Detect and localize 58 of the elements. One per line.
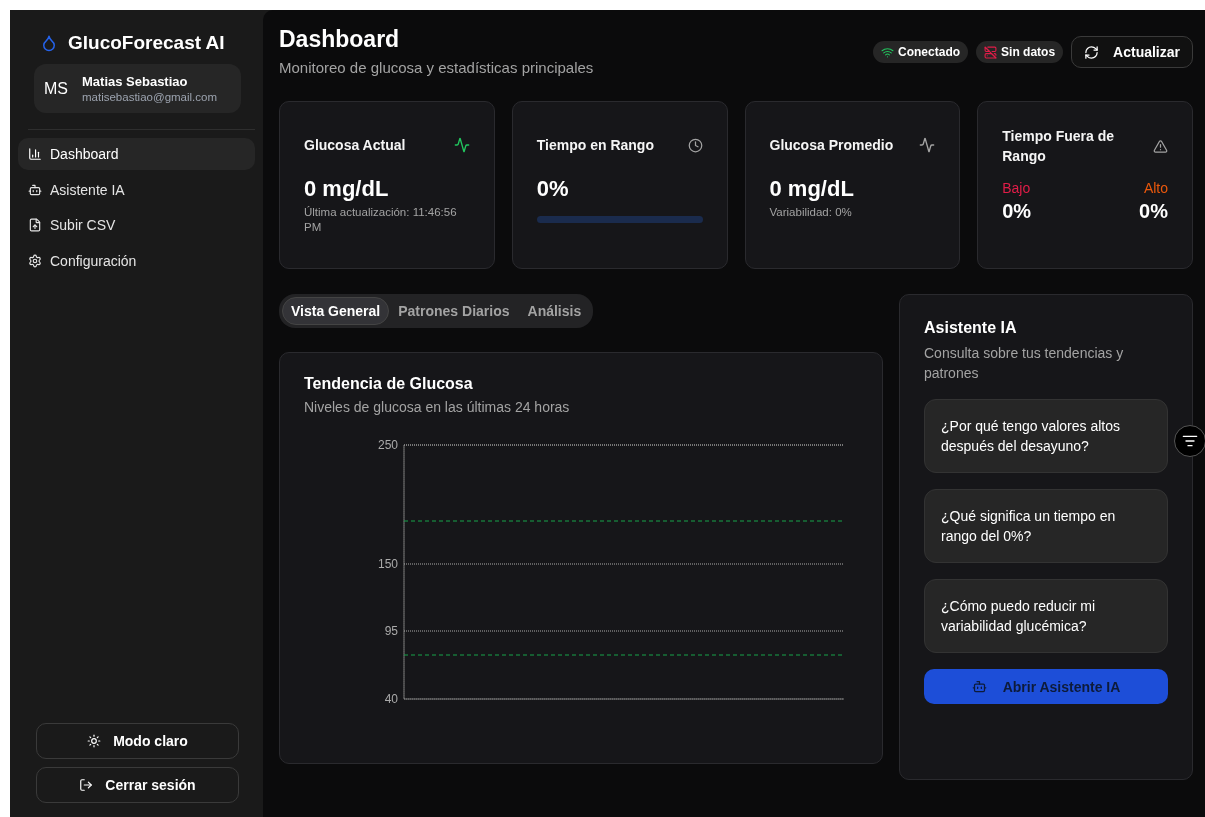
axis-label: 150 (377, 557, 398, 571)
stat-note: Última actualización: 11:46:56 PM (304, 205, 458, 235)
warning-icon (1153, 138, 1168, 154)
chart-subtitle: Niveles de glucosa en las últimas 24 horas (304, 399, 571, 415)
logout-icon (79, 778, 94, 792)
pulse-icon (919, 137, 936, 153)
range-label: Alto (1143, 180, 1168, 196)
stat-title: Glucosa Promedio (769, 136, 894, 155)
filter-icon (1182, 433, 1198, 449)
logout-button[interactable]: Cerrar sesión (36, 767, 239, 803)
stat-title: Tiempo Fuera de Rango (1002, 127, 1116, 166)
sun-icon (87, 734, 102, 748)
clock-icon (687, 137, 703, 153)
status-badge: Conectado (873, 41, 969, 63)
app-name: GlucoForecast AI (68, 32, 225, 54)
stat-value: 0% (536, 176, 570, 202)
chart-title: Tendencia de Glucosa (304, 375, 474, 393)
suggested-question[interactable]: ¿Qué significa un tiempo en rango del 0%? (924, 489, 1168, 563)
suggested-question[interactable]: ¿Por qué tengo valores altos después del desayuno? (924, 399, 1168, 473)
assistant-title: Asistente IA (924, 319, 1018, 337)
pulse-icon (453, 137, 470, 153)
nav-item[interactable]: Subir CSV (18, 209, 255, 241)
nav-item[interactable]: Dashboard (18, 138, 255, 170)
stat-value: 0 mg/dL (304, 176, 390, 202)
settings-icon (28, 253, 42, 268)
server-off-icon (984, 45, 998, 59)
page-title: Dashboard (279, 26, 401, 53)
suggested-question[interactable]: ¿Cómo puedo reducir mi variabilidad glucémica? (924, 579, 1168, 653)
theme-button[interactable]: Modo claro (36, 723, 239, 759)
stat-title: Tiempo en Rango (536, 136, 654, 155)
nav-item[interactable]: Asistente IA (18, 173, 255, 206)
robot-icon (28, 182, 42, 197)
tab[interactable]: Análisis (518, 297, 591, 325)
tab[interactable]: Patrones Diarios (389, 297, 519, 325)
file-upload-icon (28, 218, 42, 232)
axis-label: 40 (384, 692, 398, 706)
stat-value: 0% (1002, 200, 1032, 223)
user-initials: MS (44, 79, 68, 98)
axis-label: 250 (377, 438, 398, 452)
bar-chart-icon (28, 147, 42, 161)
status-badge: Sin datos (976, 41, 1064, 63)
user-name: Matias Sebastiao (82, 74, 189, 89)
range-label: Bajo (1002, 180, 1031, 196)
stat-note: Variabilidad: 0% (769, 205, 853, 220)
assistant-subtitle: Consulta sobre tus tendencias y patrones (924, 344, 1125, 383)
wifi-icon (881, 45, 895, 59)
nav-item[interactable]: Configuración (18, 244, 255, 277)
refresh-icon (1084, 44, 1100, 60)
page-subtitle: Monitoreo de glucosa y estadísticas principales (279, 59, 594, 76)
axis-label: 95 (384, 624, 398, 638)
drop-icon (40, 34, 58, 52)
stat-value: 0 mg/dL (769, 176, 855, 202)
user-email: matisebastiao@gmail.com (82, 91, 218, 103)
robot-icon (971, 679, 987, 694)
stat-title: Glucosa Actual (304, 136, 406, 155)
tab[interactable]: Vista General (282, 297, 390, 325)
stat-value: 0% (1139, 200, 1168, 223)
refresh-button[interactable]: Actualizar (1071, 36, 1193, 68)
